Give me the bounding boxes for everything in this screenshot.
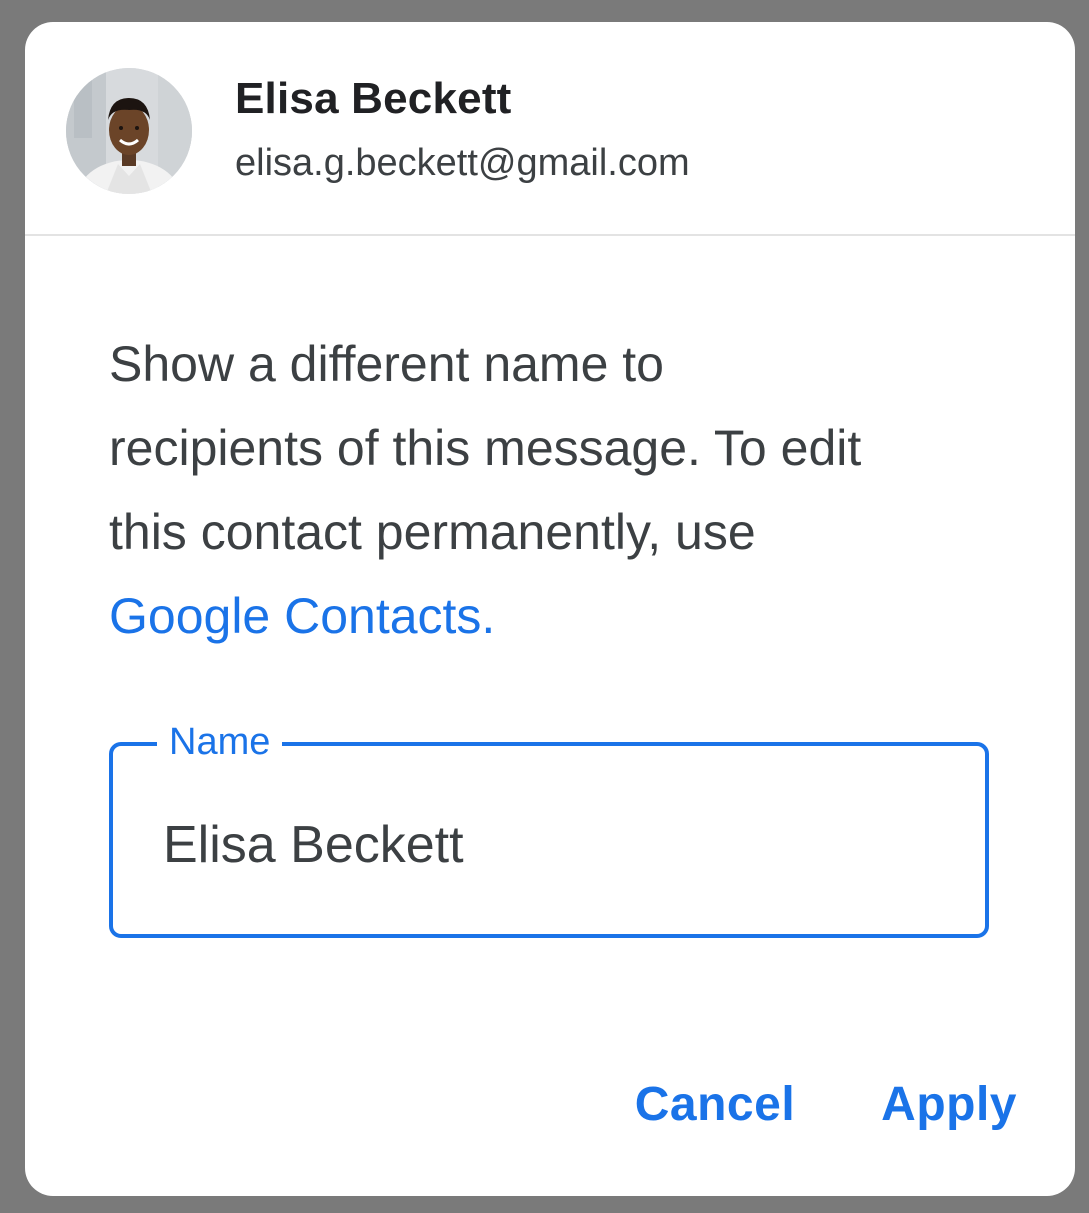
description-line-3: this contact permanently, use [109, 504, 756, 560]
apply-button[interactable]: Apply [881, 1077, 1017, 1132]
description-line-1: Show a different name to [109, 336, 664, 392]
profile-photo-icon [66, 68, 192, 194]
cancel-button[interactable]: Cancel [635, 1077, 795, 1132]
avatar [66, 68, 192, 194]
contact-email: elisa.g.beckett@gmail.com [235, 142, 690, 184]
name-input[interactable] [163, 810, 923, 880]
contact-name: Elisa Beckett [235, 74, 512, 123]
name-field[interactable]: Name [109, 716, 989, 938]
edit-recipient-name-dialog: Elisa Beckett elisa.g.beckett@gmail.com … [25, 22, 1075, 1196]
dialog-actions: Cancel Apply [635, 1077, 1017, 1132]
google-contacts-link[interactable]: Google Contacts. [109, 574, 1009, 658]
dialog-description: Show a different name to recipients of t… [109, 322, 1009, 658]
description-line-2: recipients of this message. To edit [109, 420, 862, 476]
contact-header: Elisa Beckett elisa.g.beckett@gmail.com [25, 22, 1075, 236]
name-field-label: Name [157, 716, 283, 768]
